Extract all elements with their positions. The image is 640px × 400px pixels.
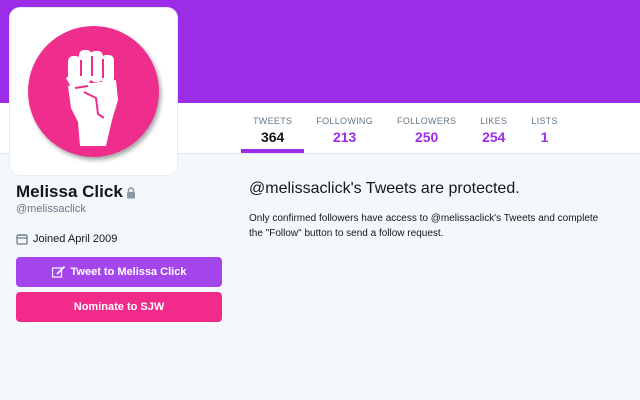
tweet-to-button[interactable]: Tweet to Melissa Click bbox=[16, 257, 222, 287]
lock-icon bbox=[126, 186, 135, 199]
tab-tweets[interactable]: TWEETS 364 bbox=[241, 103, 305, 153]
profile-name[interactable]: Melissa Click bbox=[16, 182, 136, 202]
tab-followers-count: 250 bbox=[414, 129, 439, 145]
raised-fist-icon bbox=[66, 50, 118, 146]
profile-stats-nav: TWEETS 364 FOLLOWING 213 FOLLOWERS 250 L… bbox=[241, 103, 570, 153]
joined-date-text: Joined April 2009 bbox=[33, 233, 118, 245]
compose-icon bbox=[51, 266, 65, 278]
tab-tweets-count: 364 bbox=[260, 129, 285, 145]
calendar-icon bbox=[16, 234, 28, 245]
tab-lists[interactable]: LISTS 1 bbox=[519, 103, 570, 153]
nominate-button[interactable]: Nominate to SJW bbox=[16, 292, 222, 322]
tab-following-count: 213 bbox=[332, 129, 357, 145]
protected-message-line-1: Only confirmed followers have access to … bbox=[249, 213, 599, 224]
profile-name-text: Melissa Click bbox=[16, 182, 123, 201]
tab-likes-label: LIKES bbox=[480, 116, 508, 126]
tab-lists-count: 1 bbox=[540, 129, 549, 145]
avatar[interactable] bbox=[10, 8, 177, 175]
tab-likes[interactable]: LIKES 254 bbox=[468, 103, 519, 153]
tab-following[interactable]: FOLLOWING 213 bbox=[304, 103, 385, 153]
joined-date: Joined April 2009 bbox=[16, 233, 117, 245]
tab-followers[interactable]: FOLLOWERS 250 bbox=[385, 103, 468, 153]
protected-title: @melissaclick's Tweets are protected. bbox=[249, 180, 520, 197]
protected-message: Only confirmed followers have access to … bbox=[249, 211, 640, 241]
tab-likes-count: 254 bbox=[482, 129, 506, 145]
tab-followers-label: FOLLOWERS bbox=[397, 116, 457, 126]
profile-handle[interactable]: @melissaclick bbox=[16, 203, 86, 215]
avatar-circle bbox=[28, 26, 159, 157]
tweet-to-button-label: Tweet to Melissa Click bbox=[70, 266, 187, 278]
tab-tweets-label: TWEETS bbox=[253, 116, 293, 126]
protected-message-line-2: the "Follow" button to send a follow req… bbox=[249, 228, 444, 239]
tab-following-label: FOLLOWING bbox=[316, 116, 374, 126]
tab-lists-label: LISTS bbox=[531, 116, 558, 126]
nominate-button-label: Nominate to SJW bbox=[73, 301, 165, 313]
